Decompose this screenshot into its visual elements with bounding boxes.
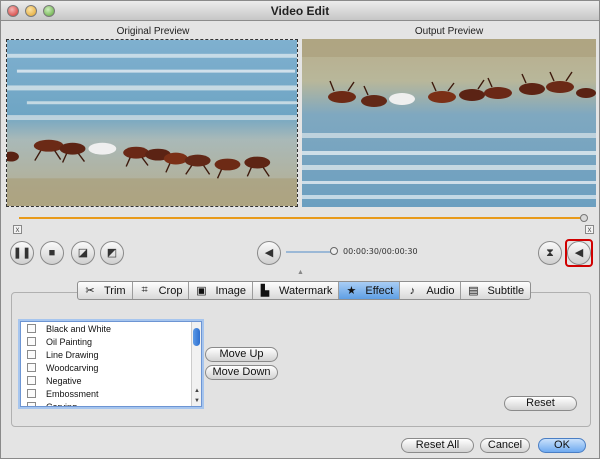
tab-subtitle[interactable]: ▤ Subtitle [461,282,530,299]
tab-label: Crop [158,284,183,297]
music-note-icon: ♪ [409,284,416,297]
ok-button[interactable]: OK [538,438,586,453]
watermark-icon: ▙ [260,285,270,297]
effect-label: Oil Painting [46,336,93,347]
tab-audio[interactable]: ♪ Audio [400,282,462,299]
tab-watermark[interactable]: ▙ Watermark [253,282,340,299]
subtitle-icon: ▤ [468,285,479,297]
time-readout: 00:00:30/00:00:30 [343,247,418,256]
stop-button[interactable]: ■ [40,241,64,265]
move-down-button[interactable]: Move Down [205,365,278,380]
effect-checkbox[interactable] [27,389,36,398]
original-preview-label: Original Preview [116,26,190,37]
flip-horizontal-icon: ⧗ [546,247,554,259]
panel-resize-handle-icon[interactable]: ▲ [297,269,304,276]
effect-checkbox[interactable] [27,402,36,406]
effects-list[interactable]: Black and White Oil Painting Line Drawing W… [20,321,202,407]
edit-tabs: ✂ Trim ⌗ Crop ▣ Image ▙ Watermark ★ Effect ♪ Audio ▤… [77,281,532,300]
clip-button[interactable]: ◩ [100,241,124,265]
effect-checkbox[interactable] [27,350,36,359]
effect-checkbox[interactable] [27,363,36,372]
cancel-button[interactable]: Cancel [480,438,530,453]
effect-checkbox[interactable] [27,324,36,333]
volume-slider-thumb[interactable] [330,247,338,255]
effect-checkbox[interactable] [27,376,36,385]
flip-vertical-icon: ◀ [574,247,584,259]
flip-horizontal-button[interactable]: ⧗ [538,241,562,265]
timeline-playhead[interactable] [580,214,588,222]
tab-label: Image [215,284,247,297]
effect-label: Line Drawing [46,349,99,360]
trim-end-marker-icon[interactable]: x [585,225,594,234]
effect-list-item[interactable]: Negative [21,374,201,387]
tab-label: Audio [426,284,455,297]
scroll-up-arrow-icon[interactable]: ▲ [193,388,201,394]
effect-label: Carving [46,401,78,407]
image-icon: ▣ [196,285,207,297]
snapshot-button[interactable]: ◪ [71,241,95,265]
effect-list-item[interactable]: Embossment [21,387,201,400]
effect-label: Black and White [46,323,112,334]
effect-label: Woodcarving [46,362,99,373]
volume-slider-track[interactable] [286,251,334,253]
tab-label: Watermark [279,284,333,297]
volume-button[interactable]: ◀ [257,241,281,265]
pause-button[interactable]: ❚❚ [10,241,34,265]
tab-crop[interactable]: ⌗ Crop [133,282,190,299]
crop-icon: ⌗ [141,284,148,296]
original-preview-image [7,40,297,206]
title-bar: Video Edit [1,1,599,21]
pause-icon: ❚❚ [12,247,32,259]
effect-checkbox[interactable] [27,337,36,346]
snapshot-icon: ◪ [77,247,89,259]
speaker-icon: ◀ [264,247,274,259]
star-icon: ★ [346,285,357,297]
effect-list-item[interactable]: Woodcarving [21,361,201,374]
video-edit-window: Video Edit Original Preview Output Previ… [0,0,600,459]
effects-list-scrollbar[interactable]: ▲ ▼ [191,322,201,406]
output-preview [302,39,596,207]
effects-list-scroll-thumb[interactable] [193,328,200,346]
tab-trim[interactable]: ✂ Trim [78,282,133,299]
reset-button[interactable]: Reset [504,396,577,411]
tab-label: Trim [104,284,126,297]
effect-label: Negative [46,375,82,386]
reset-all-button[interactable]: Reset All [401,438,474,453]
scissors-icon: ✂ [85,285,95,297]
effect-list-item[interactable]: Line Drawing [21,348,201,361]
effect-list-item[interactable]: Oil Painting [21,335,201,348]
trim-start-marker-icon[interactable]: x [13,225,22,234]
timeline-track[interactable] [19,217,585,219]
stop-icon: ■ [48,247,56,259]
tab-effect[interactable]: ★ Effect [339,282,401,299]
move-up-button[interactable]: Move Up [205,347,278,362]
flip-vertical-button[interactable]: ◀ [567,241,591,265]
effect-label: Embossment [46,388,99,399]
clip-icon: ◩ [106,247,118,259]
window-title: Video Edit [270,4,330,18]
effect-list-item[interactable]: Black and White [21,322,201,335]
tab-label: Effect [365,284,394,297]
original-preview [6,39,298,207]
output-preview-image [302,39,596,207]
effect-list-item[interactable]: Carving [21,400,201,407]
tab-image[interactable]: ▣ Image [189,282,254,299]
tab-label: Subtitle [487,284,525,297]
output-preview-label: Output Preview [414,26,484,37]
scroll-down-arrow-icon[interactable]: ▼ [193,398,201,404]
